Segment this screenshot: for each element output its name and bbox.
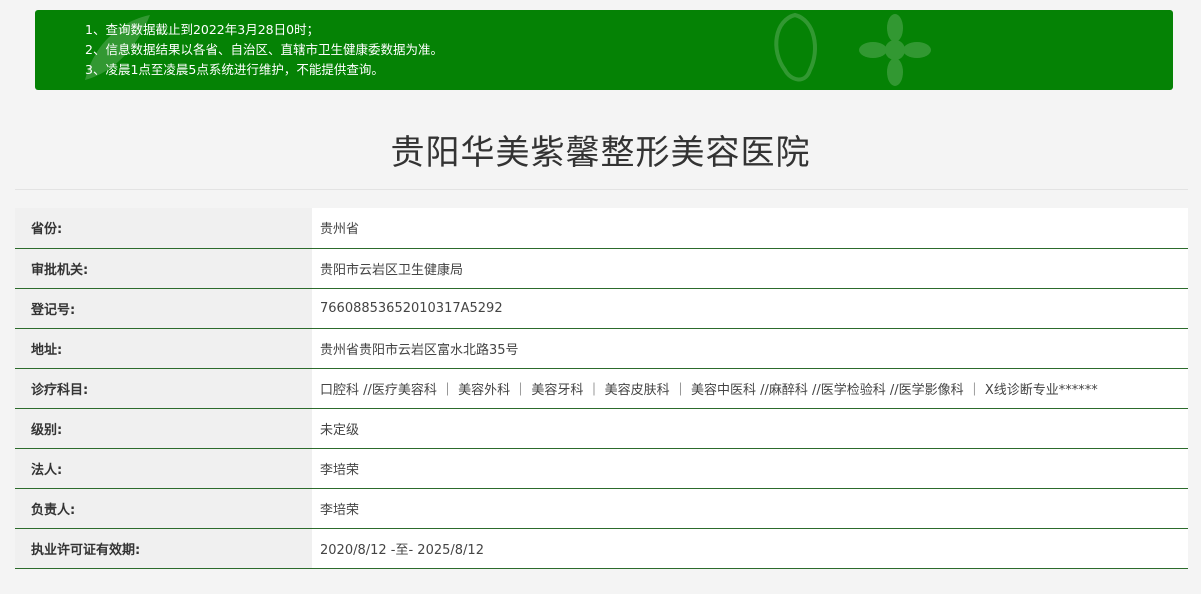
table-row: 地址: 贵州省贵阳市云岩区富水北路35号	[15, 328, 1188, 369]
table-row: 负责人: 李培荣	[15, 488, 1188, 529]
notice-line-1: 1、查询数据截止到2022年3月28日0时；	[85, 22, 320, 37]
table-row: 省份: 贵州省	[15, 208, 1188, 249]
row-label-license-validity: 执业许可证有效期:	[15, 528, 312, 569]
row-label-person-in-charge: 负责人:	[15, 488, 312, 529]
notice-banner: 1、查询数据截止到2022年3月28日0时； 2、信息数据结果以各省、自治区、直…	[35, 10, 1173, 90]
page-title: 贵阳华美紫馨整形美容医院	[390, 133, 811, 173]
row-value-departments: 口腔科 //医疗美容科 ｜ 美容外科 ｜ 美容牙科 ｜ 美容皮肤科 ｜ 美容中医…	[312, 368, 1188, 409]
row-value-license-validity: 2020/8/12 -至- 2025/8/12	[312, 528, 1188, 569]
row-label-approval-authority: 审批机关:	[15, 248, 312, 289]
row-value-province: 贵州省	[312, 208, 1188, 249]
title-divider	[15, 189, 1188, 190]
table-row: 级别: 未定级	[15, 408, 1188, 449]
row-label-departments: 诊疗科目:	[15, 368, 312, 409]
table-row: 执业许可证有效期: 2020/8/12 -至- 2025/8/12	[15, 528, 1188, 569]
row-value-approval-authority: 贵阳市云岩区卫生健康局	[312, 248, 1188, 289]
table-row: 登记号: 76608853652010317A5292	[15, 288, 1188, 329]
row-value-person-in-charge: 李培荣	[312, 488, 1188, 529]
notice-line-2: 2、信息数据结果以各省、自治区、直辖市卫生健康委数据为准。	[85, 42, 443, 57]
table-row: 诊疗科目: 口腔科 //医疗美容科 ｜ 美容外科 ｜ 美容牙科 ｜ 美容皮肤科 …	[15, 368, 1188, 409]
table-row: 审批机关: 贵阳市云岩区卫生健康局	[15, 248, 1188, 289]
row-value-level: 未定级	[312, 408, 1188, 449]
row-label-province: 省份:	[15, 208, 312, 249]
notice-line-3: 3、凌晨1点至凌晨5点系统进行维护，不能提供查询。	[85, 62, 384, 77]
row-value-legal-person: 李培荣	[312, 448, 1188, 489]
row-value-address: 贵州省贵阳市云岩区富水北路35号	[312, 328, 1188, 369]
row-value-registration-number: 76608853652010317A5292	[312, 288, 1188, 329]
row-label-legal-person: 法人:	[15, 448, 312, 489]
table-row: 法人: 李培荣	[15, 448, 1188, 489]
hospital-info-table: 省份: 贵州省 审批机关: 贵阳市云岩区卫生健康局 登记号: 766088536…	[15, 208, 1188, 569]
row-label-address: 地址:	[15, 328, 312, 369]
row-label-registration-number: 登记号:	[15, 288, 312, 329]
row-label-level: 级别:	[15, 408, 312, 449]
